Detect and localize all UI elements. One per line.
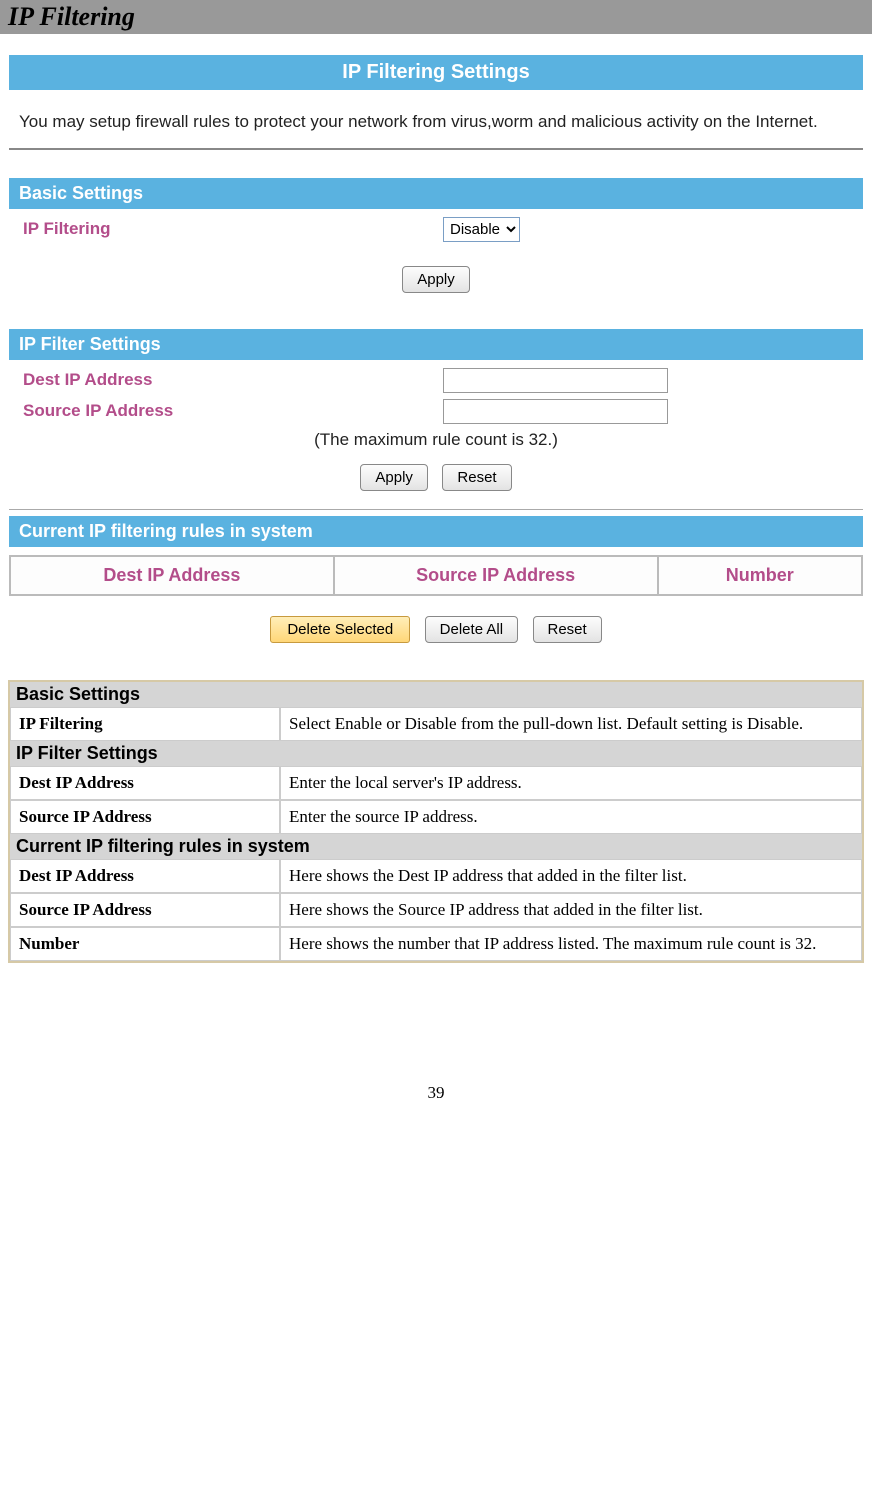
intro-text: You may setup firewall rules to protect … <box>9 90 863 148</box>
desc-key: Dest IP Address <box>10 859 280 893</box>
desc-row-src2: Source IP Address Here shows the Source … <box>10 893 862 927</box>
delete-selected-button[interactable]: Delete Selected <box>270 616 410 643</box>
rules-table-panel: Dest IP Address Source IP Address Number <box>9 555 863 596</box>
desc-val: Here shows the Source IP address that ad… <box>280 893 862 927</box>
ip-filtering-select[interactable]: Disable <box>443 217 520 242</box>
apply-button-basic[interactable]: Apply <box>402 266 470 293</box>
basic-settings-header: Basic Settings <box>9 178 863 209</box>
dest-ip-row: Dest IP Address <box>9 368 863 393</box>
source-ip-row: Source IP Address <box>9 399 863 424</box>
page-title: IP Filtering <box>8 2 864 32</box>
desc-key: Source IP Address <box>10 893 280 927</box>
desc-section-rules: Current IP filtering rules in system <box>10 834 862 859</box>
source-ip-input[interactable] <box>443 399 668 424</box>
max-rule-hint: (The maximum rule count is 32.) <box>9 430 863 450</box>
apply-button-filter[interactable]: Apply <box>360 464 428 491</box>
desc-section-filter: IP Filter Settings <box>10 741 862 766</box>
col-dest-ip: Dest IP Address <box>10 556 334 595</box>
divider-thin <box>9 509 863 510</box>
desc-row-num: Number Here shows the number that IP add… <box>10 927 862 961</box>
description-table: Basic Settings IP Filtering Select Enabl… <box>8 680 864 963</box>
col-number: Number <box>658 556 863 595</box>
desc-key: Dest IP Address <box>10 766 280 800</box>
rules-header-row: Dest IP Address Source IP Address Number <box>10 556 862 595</box>
desc-row-src: Source IP Address Enter the source IP ad… <box>10 800 862 834</box>
dest-ip-input[interactable] <box>443 368 668 393</box>
desc-val: Select Enable or Disable from the pull-d… <box>280 707 862 741</box>
basic-button-row: Apply <box>9 266 863 293</box>
source-ip-label: Source IP Address <box>23 401 443 421</box>
reset-button-rules[interactable]: Reset <box>533 616 602 643</box>
ip-filtering-label: IP Filtering <box>23 219 443 239</box>
col-source-ip: Source IP Address <box>334 556 658 595</box>
router-settings-panel: IP Filtering Settings You may setup fire… <box>8 54 864 668</box>
current-rules-header: Current IP filtering rules in system <box>9 516 863 547</box>
desc-row-ipfiltering: IP Filtering Select Enable or Disable fr… <box>10 707 862 741</box>
divider <box>9 148 863 150</box>
desc-val: Enter the source IP address. <box>280 800 862 834</box>
dest-ip-label: Dest IP Address <box>23 370 443 390</box>
rules-action-row: Delete Selected Delete All Reset <box>9 616 863 643</box>
desc-val: Here shows the Dest IP address that adde… <box>280 859 862 893</box>
rules-table: Dest IP Address Source IP Address Number <box>9 555 863 596</box>
desc-val: Here shows the number that IP address li… <box>280 927 862 961</box>
desc-row-dest2: Dest IP Address Here shows the Dest IP a… <box>10 859 862 893</box>
desc-row-dest: Dest IP Address Enter the local server's… <box>10 766 862 800</box>
desc-val: Enter the local server's IP address. <box>280 766 862 800</box>
page-number: 39 <box>0 1083 872 1123</box>
ip-filter-settings-header: IP Filter Settings <box>9 329 863 360</box>
reset-button-filter[interactable]: Reset <box>442 464 511 491</box>
filter-button-row: Apply Reset <box>9 464 863 491</box>
ip-filtering-row: IP Filtering Disable <box>9 217 863 242</box>
desc-section-basic: Basic Settings <box>10 682 862 707</box>
document-section-header: IP Filtering <box>0 0 872 34</box>
delete-all-button[interactable]: Delete All <box>425 616 518 643</box>
desc-key: Source IP Address <box>10 800 280 834</box>
desc-key: Number <box>10 927 280 961</box>
desc-key: IP Filtering <box>10 707 280 741</box>
panel-title: IP Filtering Settings <box>9 55 863 90</box>
